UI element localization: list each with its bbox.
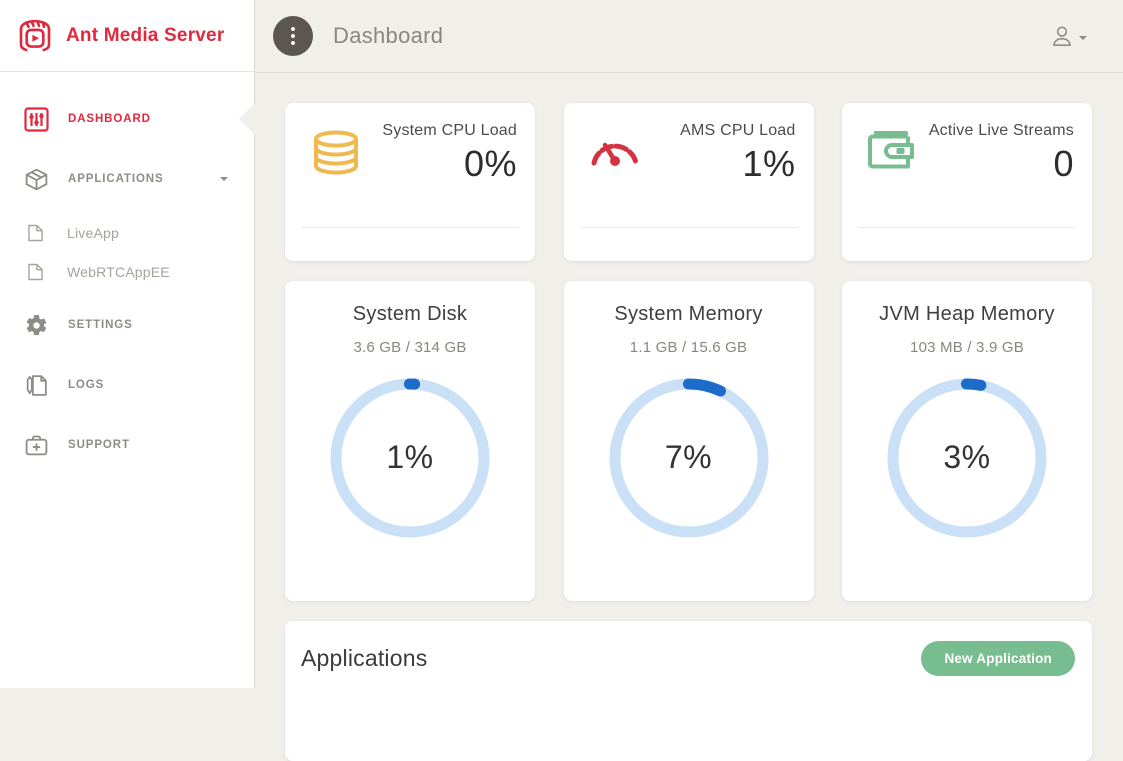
sidebar-item-dashboard[interactable]: DASHBOARD	[0, 89, 254, 149]
donut-gauge: 7%	[604, 373, 774, 543]
sidebar-item-label: WebRTCAppEE	[67, 264, 170, 280]
person-icon	[1049, 23, 1075, 49]
stat-text: Active Live Streams 0	[929, 120, 1074, 185]
gauge-title: System Memory	[564, 303, 814, 326]
ant-media-server-dashboard: Ant Media Server DASHBOARD	[0, 0, 1123, 688]
sidebar: Ant Media Server DASHBOARD	[0, 0, 255, 688]
sliders-icon	[24, 107, 49, 132]
gauge-card-system-disk: System Disk 3.6 GB / 314 GB 1%	[285, 281, 535, 601]
sidebar-nav: DASHBOARD APPLICATIONS	[0, 72, 254, 475]
applications-sublist: LiveApp WebRTCAppEE	[0, 213, 254, 291]
stat-text: AMS CPU Load 1%	[680, 120, 795, 185]
main-area: Dashboard	[256, 0, 1123, 688]
sidebar-item-applications[interactable]: APPLICATIONS	[0, 149, 254, 209]
chevron-down-icon	[1079, 36, 1087, 40]
ant-media-logo-icon	[14, 17, 56, 55]
stat-label: System CPU Load	[382, 120, 517, 142]
gear-icon	[24, 313, 49, 338]
gauge-icon	[588, 128, 642, 177]
file-icon	[28, 224, 43, 242]
app-logo[interactable]: Ant Media Server	[0, 0, 254, 72]
active-item-notch	[239, 103, 255, 135]
divider	[301, 227, 519, 228]
stat-value: 0%	[382, 143, 517, 185]
kebab-menu-icon	[291, 27, 295, 31]
sidebar-item-label: SUPPORT	[68, 439, 130, 451]
kebab-menu-button[interactable]	[273, 16, 313, 56]
applications-title: Applications	[301, 641, 427, 676]
wallet-icon	[866, 128, 918, 177]
sidebar-item-support[interactable]: SUPPORT	[0, 415, 254, 475]
gauge-percent: 3%	[882, 439, 1052, 476]
stat-label: Active Live Streams	[929, 120, 1074, 142]
header: Dashboard	[256, 0, 1123, 73]
sidebar-item-liveapp[interactable]: LiveApp	[0, 213, 254, 252]
file-icon	[28, 263, 43, 281]
donut-gauge: 3%	[882, 373, 1052, 543]
gauge-card-system-memory: System Memory 1.1 GB / 15.6 GB 7%	[564, 281, 814, 601]
content: System CPU Load 0% AMS CPU Load	[256, 73, 1123, 761]
chevron-down-icon	[220, 177, 228, 181]
gauge-card-jvm-heap: JVM Heap Memory 103 MB / 3.9 GB 3%	[842, 281, 1092, 601]
stat-value: 0	[929, 143, 1074, 185]
stat-cards-row: System CPU Load 0% AMS CPU Load	[285, 103, 1092, 261]
stat-card-active-streams: Active Live Streams 0	[842, 103, 1092, 261]
gauge-title: System Disk	[285, 303, 535, 326]
stat-label: AMS CPU Load	[680, 120, 795, 142]
donut-gauge: 1%	[325, 373, 495, 543]
gauge-percent: 1%	[325, 439, 495, 476]
gauge-subtitle: 3.6 GB / 314 GB	[285, 339, 535, 356]
stat-card-ams-cpu: AMS CPU Load 1%	[564, 103, 814, 261]
divider	[858, 227, 1076, 228]
package-icon	[24, 167, 49, 192]
sidebar-item-logs[interactable]: LOGS	[0, 355, 254, 415]
user-menu[interactable]	[1049, 23, 1087, 49]
stat-text: System CPU Load 0%	[382, 120, 517, 185]
sidebar-item-label: LOGS	[68, 379, 104, 391]
sidebar-item-webrtcappee[interactable]: WebRTCAppEE	[0, 252, 254, 291]
sidebar-item-settings[interactable]: SETTINGS	[0, 295, 254, 355]
divider	[580, 227, 798, 228]
document-pencil-icon	[24, 373, 49, 398]
page-title: Dashboard	[333, 23, 443, 49]
gauge-percent: 7%	[604, 439, 774, 476]
app-name: Ant Media Server	[66, 25, 224, 47]
sidebar-item-label: APPLICATIONS	[68, 173, 164, 185]
gauge-cards-row: System Disk 3.6 GB / 314 GB 1% System Me…	[285, 281, 1092, 601]
database-icon	[309, 128, 363, 185]
gauge-subtitle: 1.1 GB / 15.6 GB	[564, 339, 814, 356]
stat-value: 1%	[680, 143, 795, 185]
applications-section: Applications New Application	[285, 621, 1092, 761]
first-aid-icon	[24, 433, 49, 458]
sidebar-item-label: LiveApp	[67, 225, 119, 241]
gauge-title: JVM Heap Memory	[842, 303, 1092, 326]
stat-card-system-cpu: System CPU Load 0%	[285, 103, 535, 261]
new-application-button[interactable]: New Application	[921, 641, 1075, 676]
sidebar-item-label: SETTINGS	[68, 319, 133, 331]
gauge-subtitle: 103 MB / 3.9 GB	[842, 339, 1092, 356]
sidebar-item-label: DASHBOARD	[68, 113, 151, 125]
